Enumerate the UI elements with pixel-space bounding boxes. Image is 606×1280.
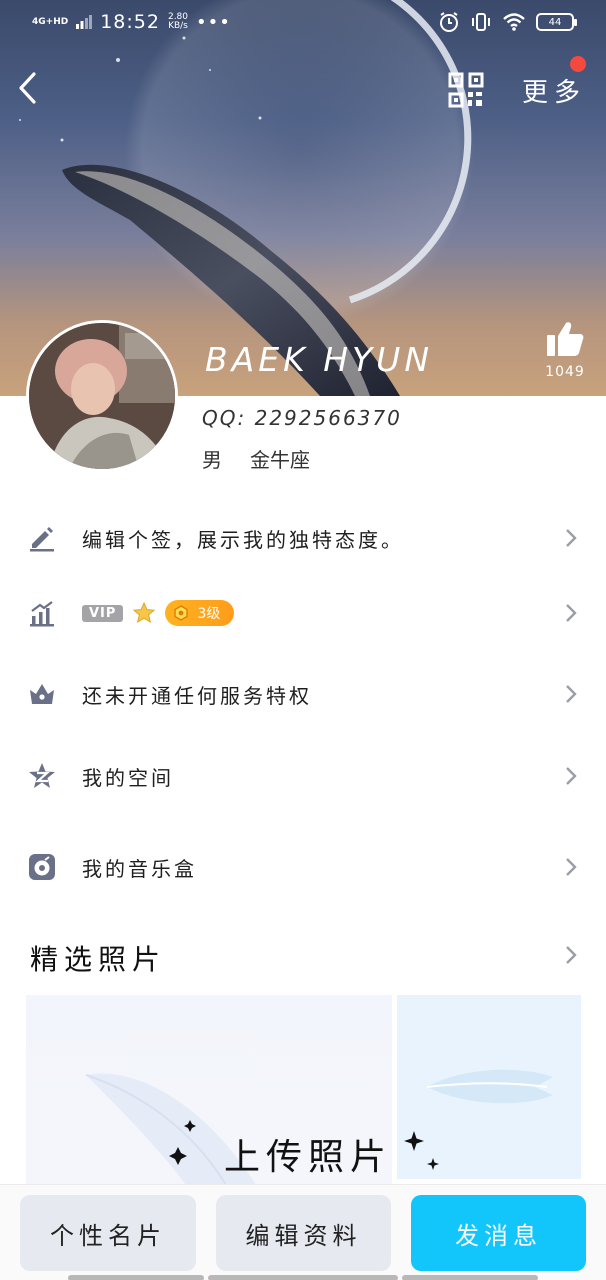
- privilege-row[interactable]: 还未开通任何服务特权: [0, 664, 606, 724]
- status-overflow: •••: [196, 11, 231, 33]
- notification-dot: [570, 56, 586, 72]
- signature-row[interactable]: 编辑个签，展示我的独特态度。: [0, 508, 606, 568]
- battery-indicator: 44: [536, 13, 577, 31]
- qq-number: 2292566370: [254, 406, 402, 430]
- privilege-status: 还未开通任何服务特权: [82, 683, 312, 708]
- back-arrow-icon[interactable]: [14, 68, 44, 108]
- more-button[interactable]: 更多: [522, 72, 586, 109]
- network-indicator: 4G+HD: [32, 17, 69, 27]
- vip-tag: VIP: [82, 604, 124, 622]
- sparkle-icon: [404, 1131, 424, 1151]
- chevron-right-icon: [566, 685, 577, 703]
- chevron-right-icon: [566, 858, 577, 876]
- vip-badges: VIP 3级: [82, 600, 235, 626]
- gesture-hint: [68, 1275, 204, 1280]
- hexagon-icon: [174, 605, 189, 621]
- vip-row[interactable]: VIP 3级: [0, 583, 606, 643]
- music-row[interactable]: 我的音乐盒: [0, 837, 606, 897]
- bottom-action-bar: 个性名片 编辑资料 发消息: [0, 1184, 606, 1280]
- chevron-right-icon[interactable]: [562, 944, 580, 966]
- qq-label: QQ:: [202, 406, 247, 430]
- network-speed-unit: KB/s: [168, 21, 188, 31]
- level-badge: 3级: [165, 600, 235, 626]
- profile-meta: 男 金牛座: [202, 444, 402, 473]
- thumbs-up-icon: [547, 322, 584, 356]
- gesture-hint: [208, 1275, 398, 1280]
- chevron-right-icon: [566, 529, 577, 547]
- wifi-icon: [503, 13, 525, 31]
- qq-number-line: QQ: 2292566370: [202, 406, 402, 430]
- signal-icon: [76, 15, 93, 29]
- featured-photos-title: 精选照片: [30, 943, 167, 976]
- profile-nickname: BAEK HYUN: [205, 340, 434, 379]
- level-chart-icon: [30, 601, 54, 627]
- level-text: 3级: [197, 606, 221, 622]
- signature-prompt: 编辑个签，展示我的独特态度。: [82, 527, 404, 552]
- feather-illustration: [426, 1069, 553, 1104]
- profile-card-button[interactable]: 个性名片: [20, 1195, 196, 1271]
- chevron-right-icon: [566, 604, 577, 622]
- sparkle-icon: [427, 1158, 439, 1170]
- edit-profile-button[interactable]: 编辑资料: [216, 1195, 391, 1271]
- qzone-star-icon: [29, 763, 55, 788]
- gesture-hint: [402, 1275, 538, 1280]
- vibrate-icon: [472, 13, 490, 31]
- avatar[interactable]: [26, 320, 178, 472]
- status-time: 18:52: [100, 11, 160, 33]
- zodiac: 金牛座: [250, 448, 310, 472]
- photo-placeholder[interactable]: [397, 995, 581, 1179]
- music-box-icon: [29, 854, 55, 880]
- qzone-row[interactable]: 我的空间: [0, 746, 606, 806]
- send-message-button[interactable]: 发消息: [411, 1195, 586, 1271]
- upload-photo-label[interactable]: 上传照片: [224, 1128, 392, 1180]
- crown-icon: [30, 684, 54, 704]
- like-button[interactable]: 1049: [538, 320, 592, 380]
- status-bar: 4G+HD 18:52 2.80 KB/s ••• 44: [0, 0, 606, 44]
- profile-info: QQ: 2292566370 男 金牛座: [202, 406, 402, 473]
- star-icon: [133, 602, 156, 624]
- qr-code-icon[interactable]: [448, 72, 484, 108]
- avatar-photo: [29, 323, 175, 469]
- qzone-label: 我的空间: [82, 765, 174, 790]
- network-speed: 2.80 KB/s: [168, 13, 188, 31]
- pencil-icon: [30, 527, 54, 552]
- chevron-right-icon: [566, 767, 577, 785]
- like-count: 1049: [545, 364, 585, 380]
- alarm-icon: [440, 12, 458, 32]
- music-label: 我的音乐盒: [82, 856, 197, 881]
- gender: 男: [202, 448, 222, 472]
